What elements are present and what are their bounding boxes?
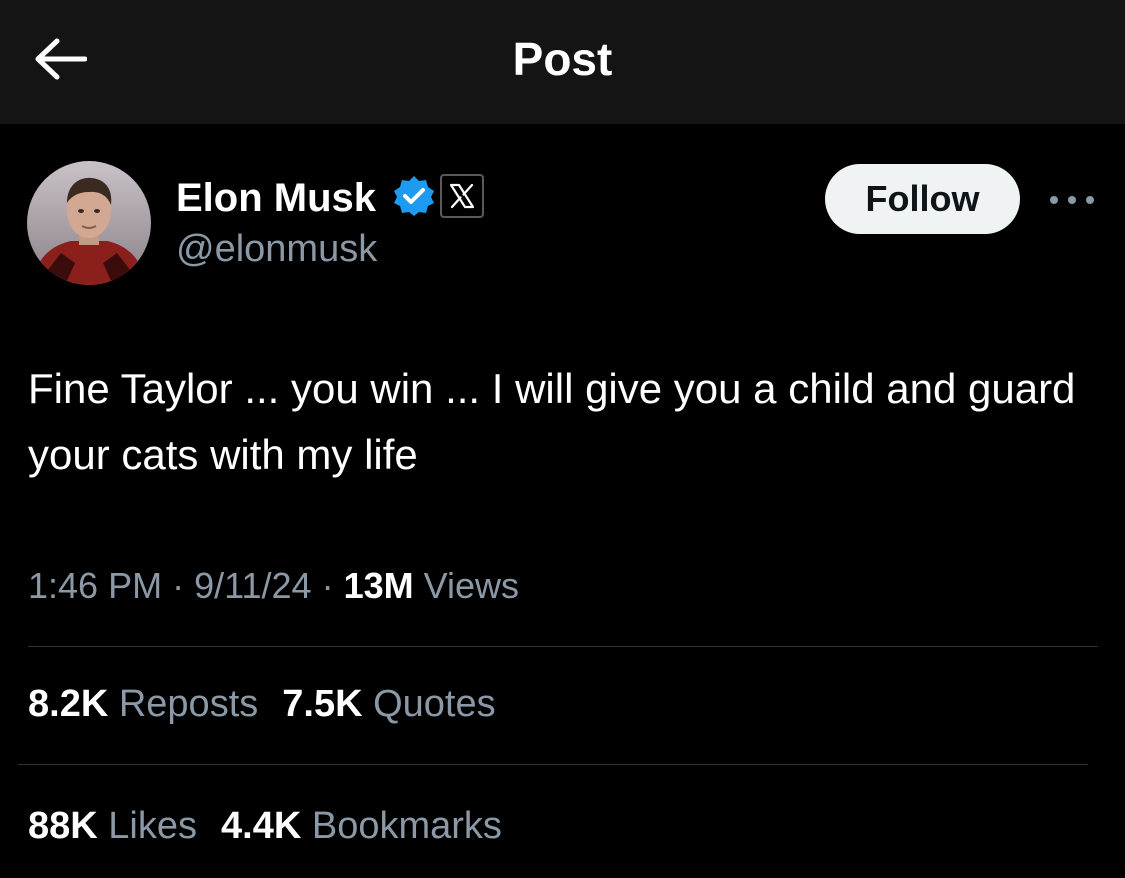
divider <box>28 646 1098 647</box>
arrow-left-icon <box>35 38 87 80</box>
bookmarks-stat[interactable]: 4.4K Bookmarks <box>221 802 502 850</box>
reposts-count: 8.2K <box>28 683 109 725</box>
author-handle[interactable]: @elonmusk <box>176 226 377 272</box>
back-button[interactable] <box>28 30 92 88</box>
page-title: Post <box>512 33 613 85</box>
verified-badge-icon[interactable] <box>393 175 435 217</box>
top-bar: Post <box>0 0 1125 124</box>
reposts-stat[interactable]: 8.2K Reposts <box>28 680 258 728</box>
bookmarks-label: Bookmarks <box>311 805 502 847</box>
quotes-stat[interactable]: 7.5K Quotes <box>282 680 495 728</box>
avatar[interactable] <box>27 161 151 285</box>
divider <box>18 764 1088 765</box>
bookmarks-count: 4.4K <box>221 805 302 847</box>
meta-separator: · <box>321 565 334 606</box>
more-options-icon <box>1050 196 1094 204</box>
post-meta: 1:46 PM · 9/11/24 · 13M Views <box>28 562 519 610</box>
post-text: Fine Taylor ... you win ... I will give … <box>28 365 1076 478</box>
quotes-label: Quotes <box>373 683 496 725</box>
engagement-stats-bottom: 88K Likes 4.4K Bookmarks <box>28 802 502 850</box>
x-logo-icon[interactable] <box>440 174 484 218</box>
reposts-label: Reposts <box>118 683 259 725</box>
post-time[interactable]: 1:46 PM <box>28 565 162 606</box>
engagement-stats-top: 8.2K Reposts 7.5K Quotes <box>28 680 496 728</box>
post-date[interactable]: 9/11/24 <box>194 565 311 606</box>
follow-button[interactable]: Follow <box>825 164 1020 234</box>
meta-separator: · <box>172 565 185 606</box>
likes-count: 88K <box>28 805 98 847</box>
views-label: Views <box>423 565 520 606</box>
more-options-button[interactable] <box>1044 180 1100 220</box>
likes-label: Likes <box>108 805 197 847</box>
views-count: 13M <box>343 565 414 606</box>
likes-stat[interactable]: 88K Likes <box>28 802 197 850</box>
quotes-count: 7.5K <box>282 683 363 725</box>
author-name[interactable]: Elon Musk <box>176 174 376 222</box>
